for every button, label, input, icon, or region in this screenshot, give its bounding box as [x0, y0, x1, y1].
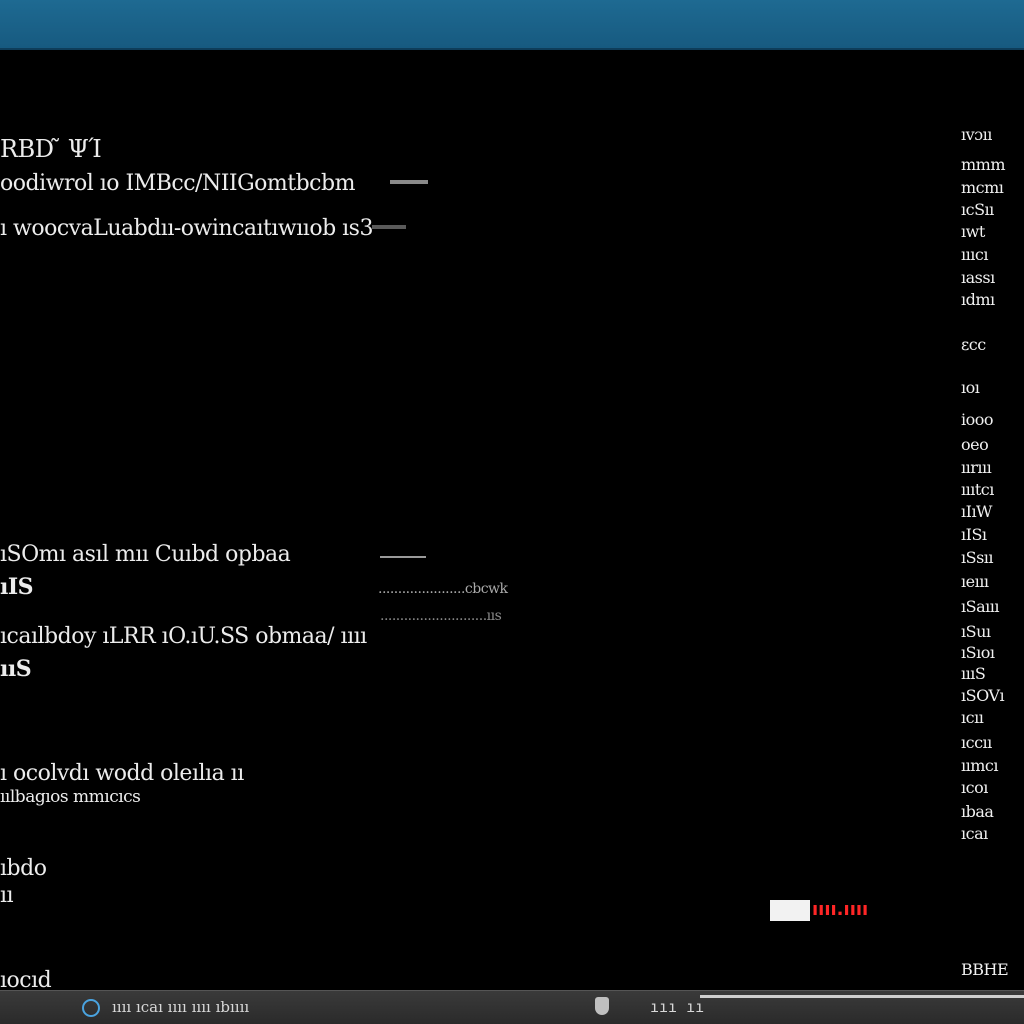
console-line: ı woocvaLuabdıı-owincaıtıwııob ıs3 — [0, 216, 373, 241]
taskbar-app-label[interactable]: ıııı ıcaı ıııı ıııı ıbıııı — [112, 998, 249, 1016]
tray-text: ııı ıı — [650, 998, 705, 1016]
side-panel-item[interactable]: ıSuı — [961, 622, 991, 641]
side-panel-item[interactable]: iooo — [961, 410, 994, 429]
side-panel-item[interactable]: ıSıoı — [961, 643, 995, 662]
side-panel-item[interactable]: ıoı — [961, 378, 980, 397]
shield-icon[interactable] — [595, 997, 609, 1015]
taskbar-highlight — [700, 995, 1024, 998]
side-panel-item[interactable]: ıımcı — [961, 756, 998, 775]
status-error-text: ıııı.ıııı — [812, 899, 869, 920]
side-panel-item[interactable]: ıııtcı — [961, 480, 994, 499]
console-line: ıSOmı asıl mıı Cuıbd opbaa — [0, 542, 291, 567]
side-panel-item[interactable]: εcc — [961, 335, 986, 354]
side-panel-item[interactable]: ıassı — [961, 268, 995, 287]
side-panel-item[interactable]: ıııS — [961, 664, 986, 683]
side-panel-item[interactable]: ıwt — [961, 222, 985, 241]
side-panel-item[interactable]: ıISı — [961, 525, 987, 544]
side-panel-item[interactable]: ıeııı — [961, 572, 989, 591]
separator-dash — [380, 556, 426, 558]
console-small-line: ...........................ııs — [380, 608, 502, 624]
console-line: ıılbagıos mmıcıcs — [0, 787, 141, 807]
console-line: ıcaılbdoy ıLRR ıO.ıU.SS obmaa/ ıııı — [0, 624, 367, 649]
side-panel-item[interactable]: ıccıı — [961, 733, 992, 752]
side-panel-item[interactable]: ıIıW — [961, 502, 993, 521]
console-line: ııS — [0, 656, 32, 682]
side-panel-item[interactable]: ıSOVı — [961, 686, 1005, 705]
status-indicator-block — [770, 900, 810, 921]
side-panel-item[interactable]: ıcıı — [961, 708, 984, 727]
side-panel-item[interactable]: ıırııı — [961, 458, 992, 477]
side-panel-item[interactable]: mcmı — [961, 178, 1004, 197]
side-panel-item[interactable]: ıcoı — [961, 778, 988, 797]
side-panel-item[interactable]: ıcaı — [961, 824, 988, 843]
side-panel-item[interactable]: mmm — [961, 155, 1006, 174]
console-line: ıIS — [0, 574, 34, 600]
side-panel-item[interactable]: ıdmı — [961, 290, 995, 309]
progress-dash — [390, 180, 428, 184]
taskbar[interactable]: ıııı ıcaı ıııı ıııı ıbıııı ııı ıı — [0, 990, 1024, 1024]
console-line: ıbdo — [0, 856, 47, 881]
side-panel-item[interactable]: ıvɔıı — [961, 125, 992, 144]
side-panel-item[interactable]: oeo — [961, 435, 989, 454]
browser-icon[interactable] — [82, 999, 100, 1017]
console-output[interactable]: RBD ̃ ΨΊ oodiwrol ıo IMBcc/NIIGomtbcbm ı… — [0, 50, 950, 993]
console-small-line: ......................cbcwk — [378, 581, 508, 597]
side-panel-item[interactable]: ıSsıı — [961, 548, 994, 567]
console-line: oodiwrol ıo IMBcc/NIIGomtbcbm — [0, 171, 355, 196]
desktop: RBD ̃ ΨΊ oodiwrol ıo IMBcc/NIIGomtbcbm ı… — [0, 0, 1024, 1024]
console-line: ıı — [0, 883, 14, 908]
console-header: RBD ̃ ΨΊ — [0, 135, 102, 163]
side-panel[interactable]: ıvɔıı mmm mcmı ıcSıı ıwt ıııcı ıassı ıdmı εcc ıoı… — [955, 0, 1024, 990]
window-title-bar[interactable] — [0, 0, 1024, 50]
console-line: ı ocolvdı wodd oleılıa ıı — [0, 761, 244, 786]
progress-dash — [372, 225, 406, 229]
side-panel-item[interactable]: ıııcı — [961, 245, 988, 264]
side-panel-item[interactable]: BBHE — [961, 960, 1009, 979]
side-panel-item[interactable]: ıSaııı — [961, 597, 999, 616]
side-panel-item[interactable]: ıcSıı — [961, 200, 994, 219]
side-panel-item[interactable]: ıbaa — [961, 802, 994, 821]
